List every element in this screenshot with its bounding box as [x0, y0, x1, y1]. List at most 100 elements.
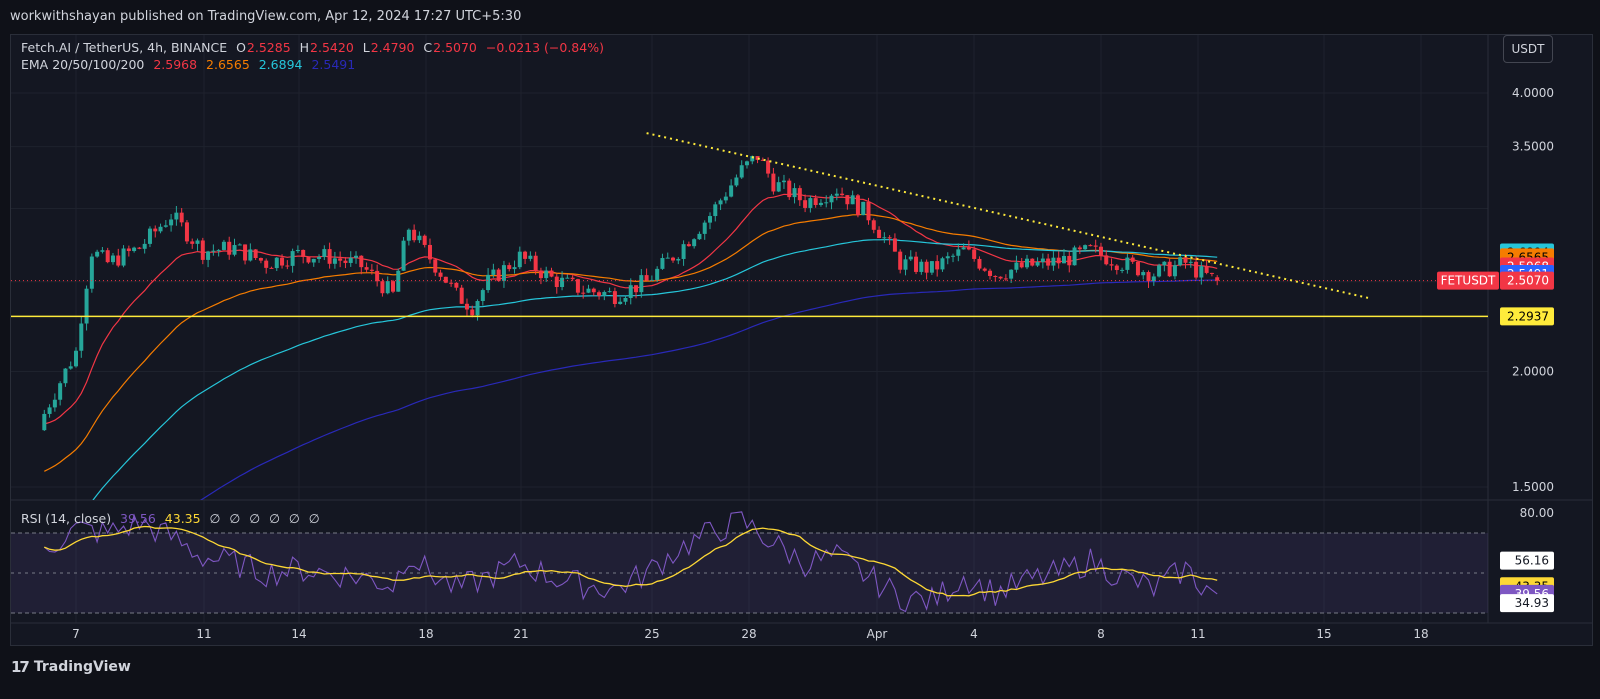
currency-button[interactable]: USDT [1503, 35, 1553, 63]
candle [401, 236, 406, 271]
tradingview-logo[interactable]: 17 TradingView [11, 658, 131, 676]
candle-body [591, 288, 596, 293]
time-tick-label: 18 [1413, 627, 1428, 641]
candle [792, 183, 797, 204]
time-tick-label: 11 [196, 627, 211, 641]
candle [829, 193, 834, 210]
candle [1167, 258, 1172, 278]
candle-body [116, 255, 121, 266]
candle [528, 251, 533, 262]
candle [438, 269, 443, 281]
candle-body [892, 238, 897, 252]
candle-body [221, 241, 226, 250]
candle-body [385, 281, 390, 294]
ohlc-c-label: C [423, 40, 433, 55]
candle [1025, 254, 1029, 270]
candles [42, 155, 1220, 431]
candle-body [1030, 258, 1035, 266]
chart-panel[interactable]: 4.0000 3.5000 2.0000 1.5000 2.6894 2.6565 2.59… [10, 34, 1593, 646]
candle [1014, 255, 1019, 273]
candle [845, 195, 850, 210]
candle-body [1135, 261, 1140, 276]
rsi-empty-0: ∅ [209, 511, 221, 526]
candle-body [1109, 264, 1114, 266]
candle [575, 278, 580, 296]
candle-body [438, 272, 443, 277]
candle-body [708, 216, 712, 223]
candle [486, 268, 491, 293]
candle-body [834, 193, 839, 196]
candle-body [676, 258, 681, 261]
candle [195, 238, 200, 251]
candle-body [702, 222, 707, 234]
candle [391, 279, 395, 294]
candle-body [977, 258, 982, 269]
candle [433, 258, 438, 277]
candle-body [1157, 265, 1162, 277]
candle [739, 160, 744, 179]
candle [602, 290, 607, 301]
footer [0, 646, 1600, 699]
candle-body [142, 243, 147, 249]
candle-body [343, 260, 348, 263]
chart-svg[interactable]: 4.0000 3.5000 2.0000 1.5000 2.6894 2.6565 2.59… [11, 35, 1592, 645]
candle [607, 287, 612, 293]
candle [808, 195, 813, 213]
candle [903, 255, 908, 276]
candle [1083, 244, 1088, 251]
candle-body [528, 255, 533, 259]
candle-body [412, 229, 417, 241]
candle-body [1104, 255, 1109, 265]
candle-body [692, 239, 697, 247]
candle [507, 262, 512, 272]
candle-body [317, 256, 322, 259]
candle [649, 275, 654, 281]
tradingview-logo-icon: 17 [11, 658, 30, 676]
candle-body [993, 275, 998, 277]
candle-body [496, 269, 501, 281]
rsi-empty-4: ∅ [288, 511, 300, 526]
candle-body [285, 265, 290, 267]
candle [126, 245, 131, 257]
candle-body [686, 244, 691, 247]
candle-body [1146, 272, 1151, 282]
candle-body [961, 247, 966, 250]
candle [68, 361, 73, 370]
candle-body [744, 161, 749, 166]
candle-body [1014, 262, 1019, 270]
candle-body [517, 251, 522, 268]
ema50-value: 2.6565 [206, 57, 250, 72]
candle [1088, 244, 1093, 247]
candle [644, 268, 649, 281]
candle-body [929, 261, 934, 273]
candle-body [766, 160, 771, 174]
candle [380, 278, 385, 297]
candle-body [480, 290, 485, 302]
candle [676, 257, 681, 265]
candle-body [126, 248, 131, 252]
candle-body [454, 282, 459, 288]
candle-body [570, 277, 575, 280]
candle-body [612, 291, 617, 305]
candle [776, 176, 781, 193]
ohlc-o-label: O [236, 40, 246, 55]
trendline [646, 132, 1370, 300]
candle-body [449, 282, 454, 284]
candle-body [898, 251, 903, 270]
candle [52, 393, 57, 412]
candle-body [575, 279, 580, 293]
candle-body [866, 201, 871, 221]
candle [427, 238, 432, 264]
candle [734, 174, 739, 188]
candle-body [406, 229, 411, 241]
candle [871, 218, 876, 234]
candle [1178, 256, 1183, 267]
candle-body [914, 256, 919, 272]
candle-body [348, 257, 353, 263]
candle [147, 226, 152, 248]
candle-body [248, 249, 253, 261]
candle-body [206, 251, 211, 260]
candle-body [544, 270, 549, 279]
candle-body [1204, 266, 1209, 273]
candle-body [1098, 246, 1103, 256]
